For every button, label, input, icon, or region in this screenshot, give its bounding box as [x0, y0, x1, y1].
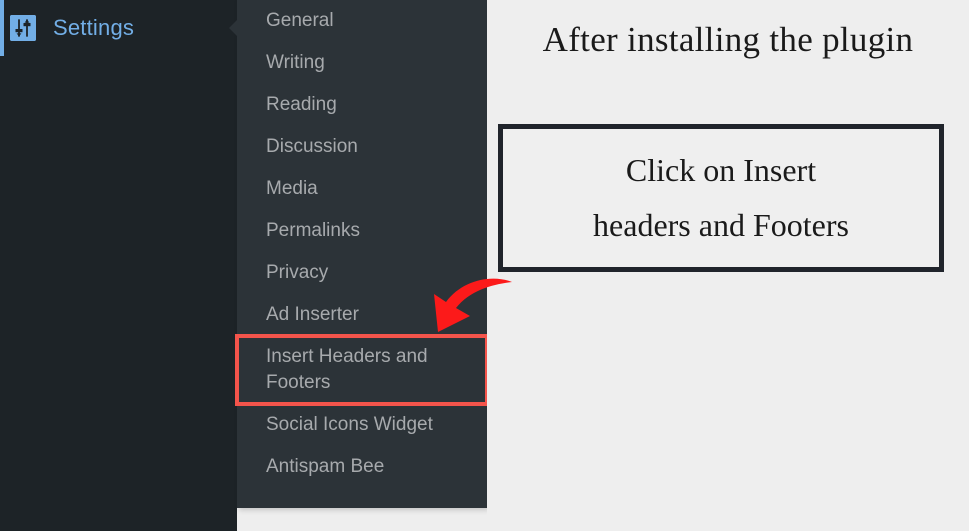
- settings-submenu-list: General Writing Reading Discussion Media Perm…: [235, 0, 489, 488]
- submenu-item[interactable]: Permalinks: [237, 210, 487, 252]
- screenshot-root: Settings General Writing Reading Discussion…: [0, 0, 969, 531]
- callout-box: Click on Insert headers and Footers: [498, 124, 944, 272]
- flyout-pointer-triangle-icon: [229, 19, 238, 37]
- callout-text: Click on Insert headers and Footers: [593, 151, 849, 243]
- submenu-item[interactable]: Antispam Bee: [237, 446, 487, 488]
- sidebar-item-settings-label: Settings: [53, 15, 135, 40]
- headline-text: After installing the plugin: [542, 20, 914, 59]
- submenu-item[interactable]: Social Icons Widget: [237, 404, 487, 446]
- submenu-item[interactable]: Privacy: [237, 252, 487, 294]
- submenu-item[interactable]: Discussion: [237, 126, 487, 168]
- submenu-item[interactable]: General: [237, 0, 487, 42]
- settings-submenu-flyout: General Writing Reading Discussion Media Perm…: [235, 0, 489, 508]
- admin-sidebar: Settings: [0, 0, 237, 531]
- submenu-item[interactable]: Ad Inserter: [237, 294, 487, 336]
- sidebar-item-settings[interactable]: Settings: [0, 0, 237, 56]
- instruction-content-area: After installing the plugin Click on Ins…: [487, 0, 969, 531]
- submenu-item[interactable]: Media: [237, 168, 487, 210]
- submenu-item[interactable]: Insert Headers and Footers: [235, 334, 489, 406]
- submenu-item[interactable]: Reading: [237, 84, 487, 126]
- settings-sliders-icon: [10, 15, 36, 41]
- submenu-item[interactable]: Writing: [237, 42, 487, 84]
